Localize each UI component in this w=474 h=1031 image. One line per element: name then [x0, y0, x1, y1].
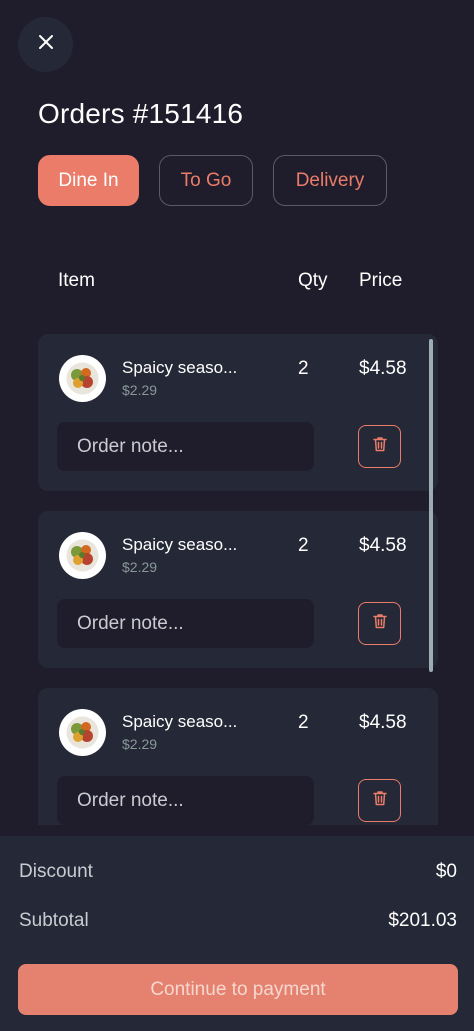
tab-dine-in[interactable]: Dine In [38, 155, 139, 206]
column-header-item: Item [58, 270, 95, 291]
trash-icon [371, 612, 389, 635]
order-note-input[interactable]: Order note... [57, 599, 314, 648]
delete-item-button[interactable] [358, 779, 401, 822]
item-name: Spaicy seaso... [122, 712, 238, 731]
subtotal-value: $201.03 [388, 910, 457, 931]
continue-to-payment-button[interactable]: Continue to payment [18, 964, 458, 1015]
dish-image [59, 709, 106, 756]
order-item-card: Spaicy seaso... $2.29 2 $4.58 Order note… [38, 334, 438, 491]
order-note-input[interactable]: Order note... [57, 776, 314, 825]
item-total: $4.58 [359, 712, 407, 733]
item-unit-price: $2.29 [122, 559, 158, 575]
close-icon [38, 34, 54, 55]
order-note-input[interactable]: Order note... [57, 422, 314, 471]
page-title: Orders #151416 [38, 98, 244, 129]
tab-to-go[interactable]: To Go [159, 155, 253, 206]
item-total: $4.58 [359, 535, 407, 556]
discount-label: Discount [19, 861, 93, 882]
dish-image [59, 355, 106, 402]
item-unit-price: $2.29 [122, 736, 158, 752]
item-qty: 2 [298, 535, 309, 556]
trash-icon [371, 789, 389, 812]
discount-value: $0 [435, 861, 457, 882]
item-name: Spaicy seaso... [122, 535, 238, 554]
column-header-price: Price [359, 270, 403, 291]
scrollbar[interactable] [429, 339, 433, 672]
dish-image [59, 532, 106, 579]
delete-item-button[interactable] [358, 425, 401, 468]
item-qty: 2 [298, 358, 309, 379]
tab-delivery[interactable]: Delivery [273, 155, 387, 206]
order-summary: Discount $0 Subtotal $201.03 Continue to… [0, 836, 474, 1031]
subtotal-label: Subtotal [19, 910, 89, 931]
trash-icon [371, 435, 389, 458]
order-items-list[interactable]: Spaicy seaso... $2.29 2 $4.58 Order note… [38, 334, 438, 825]
order-type-tabs: Dine In To Go Delivery [38, 155, 387, 206]
item-total: $4.58 [359, 358, 407, 379]
order-item-card: Spaicy seaso... $2.29 2 $4.58 Order note… [38, 511, 438, 668]
item-qty: 2 [298, 712, 309, 733]
column-header-qty: Qty [298, 270, 328, 291]
item-unit-price: $2.29 [122, 382, 158, 398]
close-button[interactable] [18, 17, 73, 72]
delete-item-button[interactable] [358, 602, 401, 645]
order-item-card: Spaicy seaso... $2.29 2 $4.58 Order note… [38, 688, 438, 825]
item-name: Spaicy seaso... [122, 358, 238, 377]
